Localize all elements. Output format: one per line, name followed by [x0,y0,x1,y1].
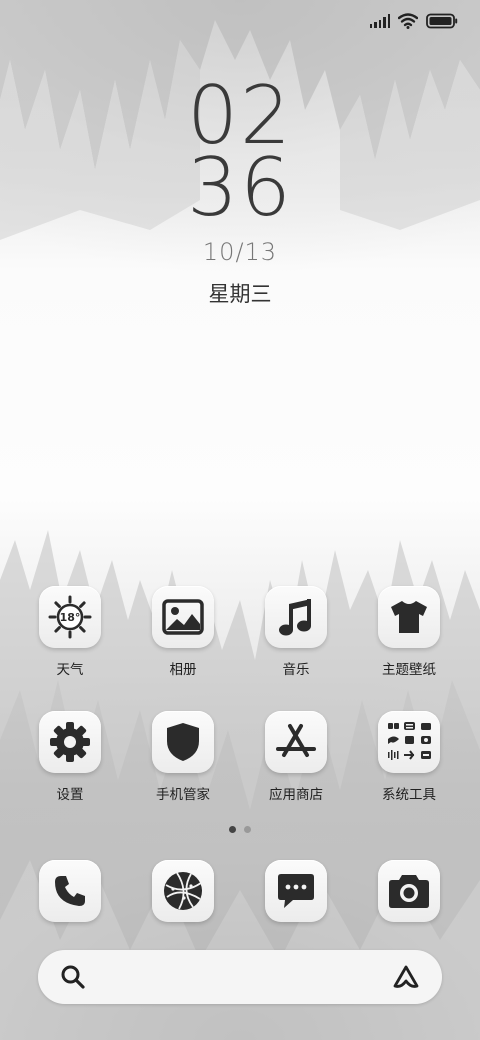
clock-date: 10/13 [202,238,278,266]
dock-browser[interactable] [133,860,233,922]
folder-grid-icon [388,722,431,760]
app-settings[interactable]: 设置 [20,711,120,803]
phone-app-icon[interactable] [39,860,101,922]
app-store-icon [276,724,316,757]
cellular-signal-icon [369,14,390,28]
app-gallery[interactable]: 相册 [133,586,233,678]
app-label-music: 音乐 [282,662,310,678]
gallery-app-icon[interactable] [152,586,214,648]
page-indicator[interactable] [0,826,480,833]
camera-app-icon[interactable] [378,860,440,922]
phone-manager-app-icon[interactable] [152,711,214,773]
shield-icon [167,723,199,761]
phone-icon [55,876,85,906]
app-phone-manager[interactable]: 手机管家 [133,711,233,803]
status-bar [369,10,459,32]
message-icon [278,874,314,908]
dock-camera[interactable] [359,860,459,922]
app-store[interactable]: 应用商店 [246,711,346,803]
clock-weekday: 星期三 [208,282,272,306]
app-label-system-tools: 系统工具 [382,787,436,803]
music-app-icon[interactable] [265,586,327,648]
gear-icon [50,722,90,762]
assistant-icon[interactable] [392,964,420,990]
weather-temperature: 18° [59,610,81,624]
clock-minutes[interactable]: 36 [0,148,480,228]
app-music[interactable]: 音乐 [246,586,346,678]
app-label-settings: 设置 [56,787,84,803]
app-label-store: 应用商店 [269,787,323,803]
folder-tile[interactable] [378,711,440,773]
search-bar[interactable] [38,950,442,1004]
app-label-phone-manager: 手机管家 [156,787,210,803]
dock-messages[interactable] [246,860,346,922]
music-note-icon [279,599,311,636]
app-themes[interactable]: 主题壁纸 [359,586,459,678]
wifi-icon [398,13,418,29]
dock-phone[interactable] [20,860,120,922]
app-weather[interactable]: 18° 天气 [20,586,120,678]
themes-app-icon[interactable] [378,586,440,648]
search-icon[interactable] [60,964,86,990]
globe-icon [164,872,202,910]
app-label-gallery: 相册 [169,662,197,678]
browser-app-icon[interactable] [152,860,214,922]
page-dot-active[interactable] [229,826,236,833]
camera-icon [389,875,429,908]
app-label-themes: 主题壁纸 [382,662,436,678]
gallery-icon [162,599,204,635]
app-store-app-icon[interactable] [265,711,327,773]
battery-icon [426,13,458,29]
app-label-weather: 天气 [56,662,84,678]
settings-app-icon[interactable] [39,711,101,773]
weather-app-icon[interactable]: 18° [39,586,101,648]
page-dot[interactable] [244,826,251,833]
app-folder-system-tools[interactable]: 系统工具 [359,711,459,803]
messages-app-icon[interactable] [265,860,327,922]
theme-shirt-icon [391,601,427,633]
